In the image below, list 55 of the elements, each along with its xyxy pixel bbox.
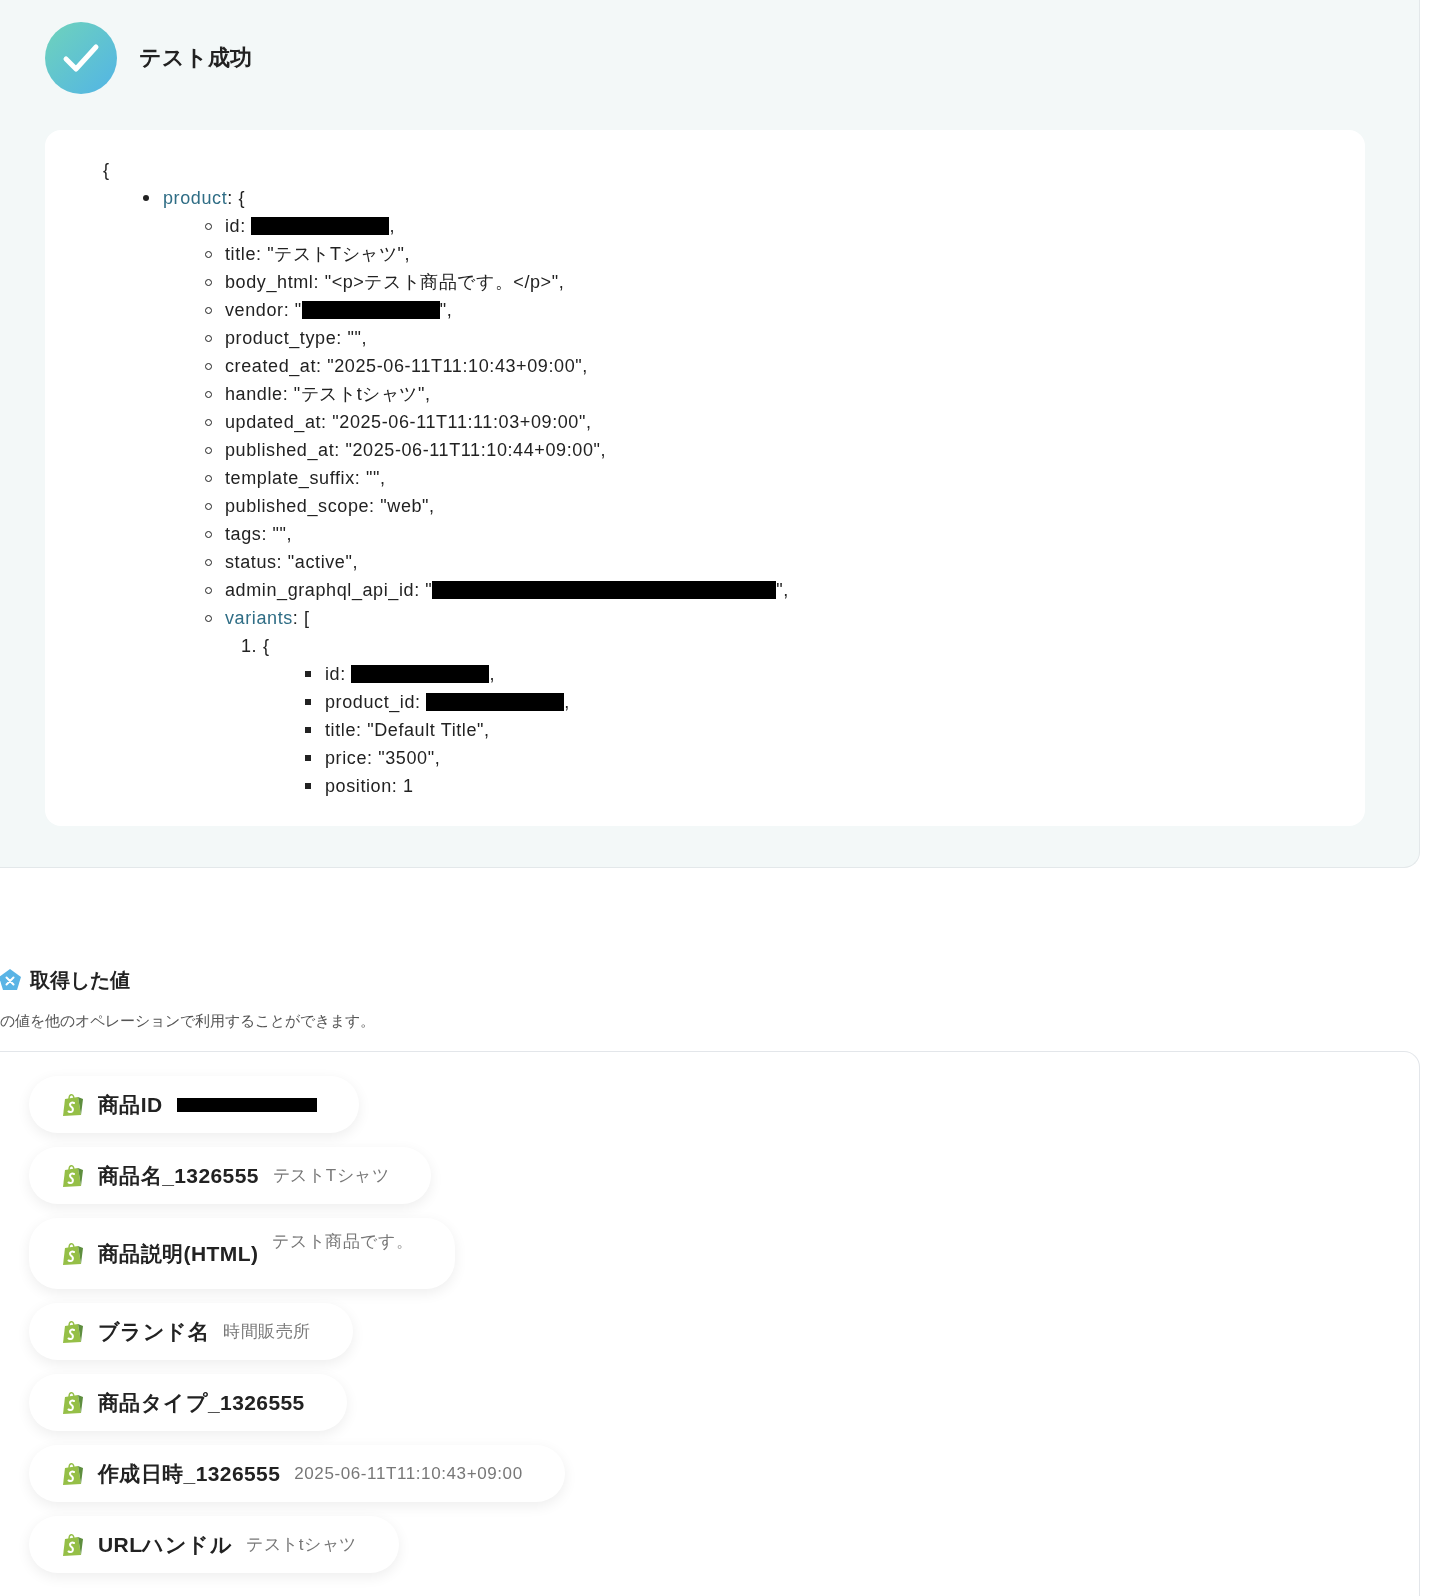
json-text: position: 1 <box>325 775 414 798</box>
json-text: product_type: "", <box>225 327 368 351</box>
bullet-icon <box>305 755 311 761</box>
result-title: テスト成功 <box>139 44 252 72</box>
json-text: id: <box>225 215 247 238</box>
json-text: ", <box>439 299 453 322</box>
value-chip[interactable]: 作成日時_1326555 2025-06-11T11:10:43+09:00 <box>29 1445 565 1502</box>
json-text: { <box>103 159 110 182</box>
shopping-bag-icon <box>62 1461 84 1486</box>
value-chip[interactable]: URLハンドル テストtシャツ <box>29 1516 399 1573</box>
value-chip[interactable]: 商品名_1326555 テストTシャツ <box>29 1147 432 1204</box>
json-text: , <box>389 215 396 238</box>
json-text: price: "3500", <box>325 747 441 770</box>
value-chip[interactable]: 商品ID <box>29 1076 359 1133</box>
list-number: 1. <box>241 635 258 658</box>
shopping-bag-icon <box>62 1092 84 1117</box>
section-title: 取得した値 <box>30 967 130 993</box>
check-icon <box>45 22 117 94</box>
json-key: variants <box>225 604 293 632</box>
json-text: : { <box>227 187 246 210</box>
value-chip[interactable]: 商品説明(HTML) テスト商品です。 <box>29 1218 456 1289</box>
bullet-icon <box>305 699 311 705</box>
json-text: published_scope: "web", <box>225 495 435 519</box>
section-description: の値を他のオペレーションで利用することができます。 <box>0 1012 376 1031</box>
value-chip[interactable]: 商品タイプ_1326555 <box>29 1374 347 1431</box>
json-text: handle: "テストtシャツ", <box>225 383 431 406</box>
bullet-icon <box>305 727 311 733</box>
json-text: product_id: <box>325 691 422 715</box>
shopping-bag-icon <box>62 1319 84 1344</box>
json-text: , <box>564 691 570 714</box>
json-key: product <box>163 184 228 212</box>
shopping-bag-icon <box>62 1241 84 1266</box>
shopping-bag-icon <box>62 1390 84 1415</box>
json-text: body_html: "<p>テスト商品です。</p>", <box>225 271 565 295</box>
json-text: vendor: " <box>225 299 302 322</box>
bullet-icon <box>305 671 311 677</box>
json-text: { <box>263 635 270 658</box>
json-text: updated_at: "2025-06-11T11:11:03+09:00", <box>225 411 592 435</box>
json-text: title: "Default Title", <box>325 719 490 742</box>
json-text: : [ <box>292 607 310 630</box>
bullet-icon <box>305 783 311 789</box>
json-text: template_suffix: "", <box>225 467 386 491</box>
json-text: published_at: "2025-06-11T11:10:44+09:00", <box>225 439 607 463</box>
json-text: , <box>489 663 496 686</box>
json-text: title: "テストTシャツ", <box>225 243 410 266</box>
shopping-bag-icon <box>62 1163 84 1188</box>
bullet-icon <box>143 195 149 201</box>
json-text: admin_graphql_api_id: " <box>225 579 433 603</box>
value-chip[interactable]: ブランド名 時間販売所 <box>29 1303 353 1360</box>
json-text: created_at: "2025-06-11T11:10:43+09:00", <box>225 355 588 379</box>
json-text: id: <box>325 663 347 686</box>
shopping-bag-icon <box>62 1532 84 1557</box>
json-text: ", <box>776 579 789 602</box>
json-text: status: "active", <box>225 551 359 574</box>
json-text: tags: "", <box>225 523 293 546</box>
